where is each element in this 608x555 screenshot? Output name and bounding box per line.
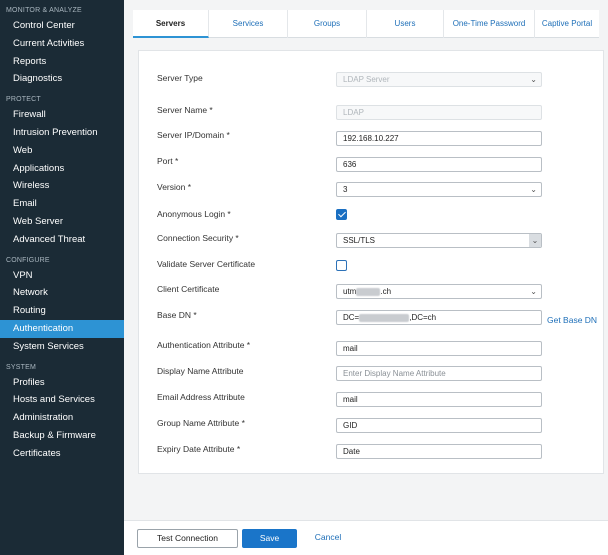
group-name-attribute-value: GID <box>343 421 358 430</box>
sidebar-item-backup-firmware[interactable]: Backup & Firmware <box>0 427 124 445</box>
base-dn-prefix: DC= <box>343 313 360 322</box>
connection-security-label: Connection Security * <box>157 233 239 243</box>
sidebar-item-email[interactable]: Email <box>0 195 124 213</box>
sidebar-item-firewall[interactable]: Firewall <box>0 106 124 124</box>
sidebar-item-intrusion-prevention[interactable]: Intrusion Prevention <box>0 124 124 142</box>
server-ip-field[interactable]: 192.168.10.227 <box>336 131 542 146</box>
auth-attribute-field[interactable]: mail <box>336 341 542 356</box>
redacted-text <box>359 313 410 322</box>
sidebar-item-wireless[interactable]: Wireless <box>0 177 124 195</box>
expiry-date-attribute-value: Date <box>343 447 360 456</box>
sidebar-item-network[interactable]: Network <box>0 284 124 302</box>
sidebar-item-web-server[interactable]: Web Server <box>0 213 124 231</box>
sidebar-item-current-activities[interactable]: Current Activities <box>0 35 124 53</box>
sidebar-section-monitor: MONITOR & ANALYZE Control Center Current… <box>0 5 124 88</box>
display-name-attribute-placeholder: Enter Display Name Attribute <box>343 369 446 378</box>
save-button[interactable]: Save <box>242 529 297 548</box>
chevron-down-icon: ⌄ <box>530 287 537 296</box>
cancel-button[interactable]: Cancel <box>304 529 352 548</box>
sidebar-section-system: SYSTEM Profiles Hosts and Services Admin… <box>0 362 124 463</box>
connection-security-select[interactable]: SSL/TLS ⌄ <box>336 233 542 248</box>
tab-users[interactable]: Users <box>367 10 444 38</box>
version-label: Version * <box>157 182 192 192</box>
section-title-configure: CONFIGURE <box>6 256 50 264</box>
tab-captive-portal[interactable]: Captive Portal <box>535 10 599 38</box>
port-value: 636 <box>343 160 357 169</box>
sidebar-item-applications[interactable]: Applications <box>0 160 124 178</box>
email-attribute-label: Email Address Attribute <box>157 392 245 402</box>
email-attribute-field[interactable]: mail <box>336 392 542 407</box>
tab-groups[interactable]: Groups <box>288 10 367 38</box>
form-footer: Test Connection Save Cancel <box>124 520 608 555</box>
sidebar-item-vpn[interactable]: VPN <box>0 267 124 285</box>
anonymous-login-label: Anonymous Login * <box>157 209 231 219</box>
chevron-down-icon: ⌄ <box>530 185 537 194</box>
sidebar-item-advanced-threat[interactable]: Advanced Threat <box>0 231 124 249</box>
display-name-attribute-label: Display Name Attribute <box>157 366 244 376</box>
main-content: Servers Services Groups Users One-Time P… <box>124 0 608 555</box>
tab-bar: Servers Services Groups Users One-Time P… <box>133 10 599 38</box>
chevron-down-icon: ⌄ <box>530 75 537 84</box>
client-certificate-prefix: utm <box>343 287 357 296</box>
tab-services[interactable]: Services <box>209 10 288 38</box>
section-title-protect: PROTECT <box>6 96 41 104</box>
tab-servers[interactable]: Servers <box>133 10 209 38</box>
get-base-dn-link[interactable]: Get Base DN <box>547 315 597 325</box>
server-form-panel: Server Type LDAP Server ⌄ Server Name * … <box>138 50 604 474</box>
sidebar-item-control-center[interactable]: Control Center <box>0 17 124 35</box>
server-type-value: LDAP Server <box>343 75 390 84</box>
sidebar-item-diagnostics[interactable]: Diagnostics <box>0 70 124 88</box>
base-dn-suffix: ,DC=ch <box>409 313 437 322</box>
server-name-field: LDAP <box>336 105 542 120</box>
sidebar-section-protect: PROTECT Firewall Intrusion Prevention We… <box>0 94 124 248</box>
auth-attribute-value: mail <box>343 344 358 353</box>
expiry-date-attribute-label: Expiry Date Attribute * <box>157 444 241 454</box>
chevron-down-icon: ⌄ <box>529 234 541 247</box>
sidebar-item-system-services[interactable]: System Services <box>0 338 124 356</box>
group-name-attribute-field[interactable]: GID <box>336 418 542 433</box>
expiry-date-attribute-field[interactable]: Date <box>336 444 542 459</box>
group-name-attribute-label: Group Name Attribute * <box>157 418 245 428</box>
sidebar-item-reports[interactable]: Reports <box>0 53 124 71</box>
section-title-monitor: MONITOR & ANALYZE <box>6 7 82 14</box>
connection-security-value: SSL/TLS <box>343 236 376 245</box>
server-ip-label: Server IP/Domain * <box>157 130 230 140</box>
sidebar-item-certificates[interactable]: Certificates <box>0 445 124 463</box>
sidebar: MONITOR & ANALYZE Control Center Current… <box>0 0 124 555</box>
sidebar-item-hosts-and-services[interactable]: Hosts and Services <box>0 391 124 409</box>
anonymous-login-checkbox[interactable] <box>336 209 347 220</box>
sidebar-item-authentication[interactable]: Authentication <box>0 319 124 338</box>
sidebar-section-configure: CONFIGURE VPN Network Routing Authentica… <box>0 255 124 356</box>
client-certificate-label: Client Certificate <box>157 284 220 294</box>
port-label: Port * <box>157 156 179 166</box>
server-ip-value: 192.168.10.227 <box>343 134 399 143</box>
server-type-label: Server Type <box>157 73 203 83</box>
tab-one-time-password[interactable]: One-Time Password <box>444 10 535 38</box>
sidebar-item-web[interactable]: Web <box>0 142 124 160</box>
validate-cert-checkbox[interactable] <box>336 260 347 271</box>
client-certificate-select[interactable]: utm .ch ⌄ <box>336 284 542 299</box>
email-attribute-value: mail <box>343 395 358 404</box>
version-select[interactable]: 3 ⌄ <box>336 182 542 197</box>
port-field[interactable]: 636 <box>336 157 542 172</box>
section-title-system: SYSTEM <box>6 363 36 371</box>
server-name-label: Server Name * <box>157 105 213 115</box>
version-value: 3 <box>343 185 348 194</box>
base-dn-label: Base DN * <box>157 310 197 320</box>
server-type-select: LDAP Server ⌄ <box>336 72 542 87</box>
display-name-attribute-field[interactable]: Enter Display Name Attribute <box>336 366 542 381</box>
server-name-value: LDAP <box>343 108 364 117</box>
base-dn-field[interactable]: DC= ,DC=ch <box>336 310 542 325</box>
sidebar-item-routing[interactable]: Routing <box>0 302 124 320</box>
validate-cert-label: Validate Server Certificate <box>157 259 256 269</box>
sidebar-item-administration[interactable]: Administration <box>0 409 124 427</box>
client-certificate-suffix: .ch <box>380 287 392 296</box>
auth-attribute-label: Authentication Attribute * <box>157 340 251 350</box>
redacted-text <box>356 287 381 296</box>
sidebar-item-profiles[interactable]: Profiles <box>0 374 124 392</box>
test-connection-button[interactable]: Test Connection <box>137 529 238 548</box>
